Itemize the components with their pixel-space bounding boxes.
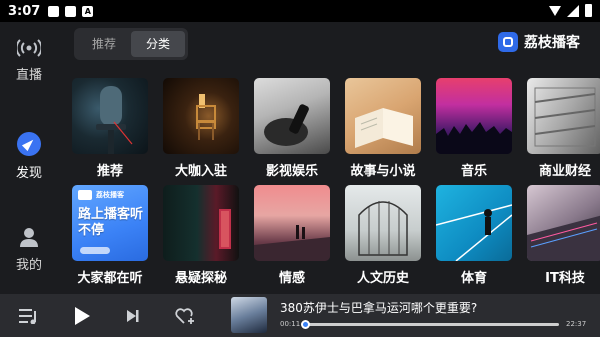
tab-categories[interactable]: 分类: [131, 31, 185, 57]
player-bar: 380苏伊士与巴拿马运河哪个更重要? 00:11 22:37: [0, 294, 600, 337]
couple-image: [254, 225, 330, 261]
category-thumbnail: [254, 78, 330, 154]
favorite-button[interactable]: [170, 294, 200, 337]
laptop-image: [527, 215, 600, 261]
category-label: IT科技: [545, 271, 585, 286]
play-button[interactable]: [67, 294, 97, 337]
notification-icon: [65, 5, 77, 17]
heart-add-icon: [175, 307, 194, 324]
category-thumbnail: [527, 78, 600, 154]
book-image: [355, 108, 413, 148]
compass-icon: [17, 132, 41, 156]
now-playing-title: 380苏伊士与巴拿马运河哪个更重要?: [280, 301, 478, 315]
wifi-icon: [549, 5, 561, 16]
tab-recommend[interactable]: 推荐: [77, 31, 131, 57]
category-label: 商业财经: [538, 164, 591, 179]
chair-image: [196, 94, 216, 140]
promo-brand: 荔枝播客: [96, 191, 124, 199]
category-label: 大咖入驻: [174, 164, 227, 179]
sidebar-item-live[interactable]: 直播: [0, 38, 58, 83]
promo-text: 路上播客听不停: [78, 207, 144, 238]
cell-signal-icon: [567, 4, 579, 17]
duration: 22:37: [566, 320, 587, 328]
tab-bar: 推荐 分类: [74, 28, 188, 60]
category-thumbnail: [163, 78, 239, 154]
category-thumbnail: [345, 185, 421, 261]
category-card[interactable]: 情感: [254, 185, 330, 286]
category-card[interactable]: 悬疑探秘: [163, 185, 239, 286]
category-thumbnail: [436, 185, 512, 261]
sidebar-item-label: 发现: [15, 166, 42, 181]
app-notification-icon: A: [82, 5, 94, 17]
category-label: 人文历史: [356, 271, 409, 286]
next-button[interactable]: [118, 294, 148, 337]
category-label: 故事与小说: [350, 164, 416, 179]
status-bar: 3:07 A: [0, 0, 600, 22]
category-thumbnail: [345, 78, 421, 154]
category-thumbnail: [436, 78, 512, 154]
sidebar-item-discover[interactable]: 发现: [0, 132, 58, 181]
category-label: 大家都在听: [77, 271, 143, 286]
birdcage-image: [358, 201, 408, 256]
door-image: [219, 209, 231, 249]
category-label: 情感: [278, 271, 305, 286]
brand[interactable]: 荔枝播客: [498, 32, 580, 52]
category-card[interactable]: IT科技: [527, 185, 600, 286]
category-label: 悬疑探秘: [174, 271, 227, 286]
category-label: 推荐: [96, 164, 123, 179]
remote-hand-image: [264, 104, 309, 146]
category-thumbnail: 荔枝播客 路上播客听不停: [72, 185, 148, 261]
now-playing-cover[interactable]: [231, 297, 267, 333]
progress-slider[interactable]: [301, 320, 559, 329]
playlist-icon: [19, 308, 36, 324]
money-image: [534, 87, 596, 147]
category-card[interactable]: 体育: [436, 185, 512, 286]
notification-icon: [48, 5, 60, 17]
category-card[interactable]: 大咖入驻: [163, 78, 239, 179]
broadcast-icon: [17, 39, 41, 57]
tennis-image: [436, 204, 512, 261]
sidebar: 直播 发现 我的: [0, 22, 58, 294]
progress-handle[interactable]: [301, 320, 311, 329]
brand-name: 荔枝播客: [524, 35, 580, 51]
battery-icon: [585, 4, 592, 17]
category-card[interactable]: 故事与小说: [345, 78, 421, 179]
category-card[interactable]: 推荐: [72, 78, 148, 179]
category-label: 音乐: [460, 164, 487, 179]
category-card[interactable]: 影视娱乐: [254, 78, 330, 179]
skip-next-icon: [127, 309, 139, 322]
promo-pill: [80, 247, 110, 254]
status-time: 3:07: [8, 3, 41, 19]
sidebar-item-label: 直播: [15, 68, 42, 83]
promo-logo-icon: [78, 190, 92, 200]
category-card[interactable]: 荔枝播客 路上播客听不停 大家都在听: [72, 185, 148, 286]
concert-image: [436, 122, 512, 154]
category-card[interactable]: 音乐: [436, 78, 512, 179]
category-thumbnail: [254, 185, 330, 261]
current-time: 00:11: [280, 320, 301, 328]
category-label: 影视娱乐: [265, 164, 318, 179]
play-icon: [75, 306, 90, 325]
category-thumbnail: [72, 78, 148, 154]
sidebar-item-mine[interactable]: 我的: [0, 226, 58, 273]
category-card[interactable]: 人文历史: [345, 185, 421, 286]
playlist-button[interactable]: [14, 294, 44, 337]
category-grid: 推荐 大咖入驻 影视娱乐 故事与小说 音乐 商业财经 荔枝播客 路上播客听不停 …: [72, 78, 600, 288]
podcast-logo-icon: [498, 32, 518, 52]
category-thumbnail: [163, 185, 239, 261]
category-card[interactable]: 商业财经: [527, 78, 600, 179]
category-label: 体育: [460, 271, 487, 286]
sidebar-item-label: 我的: [15, 258, 42, 273]
person-icon: [20, 228, 38, 247]
category-thumbnail: [527, 185, 600, 261]
microphone-image: [96, 86, 133, 154]
